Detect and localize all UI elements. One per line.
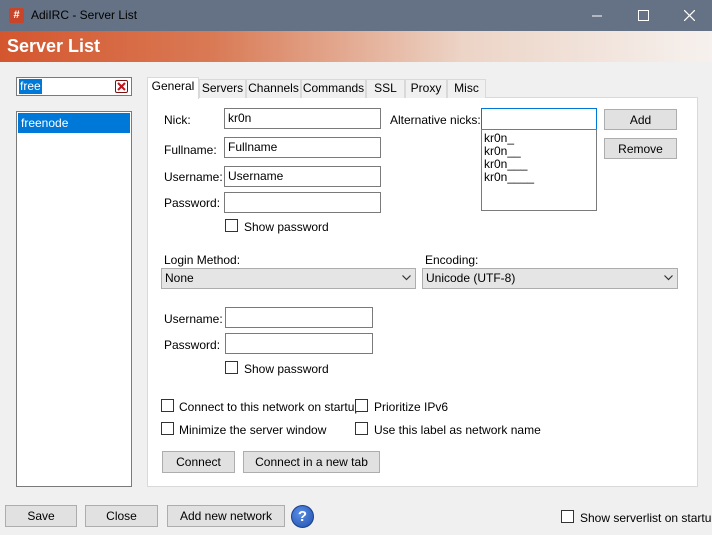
nick-field[interactable]: kr0n (224, 108, 381, 129)
connect-startup-checkbox[interactable] (161, 399, 174, 412)
minimize-button[interactable] (574, 0, 620, 31)
chevron-down-icon (664, 275, 673, 281)
encoding-select[interactable]: Unicode (UTF-8) (422, 268, 678, 289)
username-field[interactable]: Username (224, 166, 381, 187)
maximize-button[interactable] (620, 0, 666, 31)
login-method-value: None (165, 271, 194, 285)
alt-nick-input[interactable] (481, 108, 597, 130)
login-show-password-label: Show password (244, 362, 329, 376)
header-banner (0, 31, 712, 62)
show-password-checkbox[interactable] (225, 219, 238, 232)
username-label: Username: (164, 170, 223, 184)
filter-input[interactable]: free (16, 77, 132, 96)
app-icon: # (9, 8, 24, 23)
minimize-server-window-label: Minimize the server window (179, 423, 327, 437)
connect-startup-label: Connect to this network on startup (179, 400, 362, 414)
maximize-icon (637, 10, 649, 21)
nick-label: Nick: (164, 113, 191, 127)
help-icon[interactable]: ? (291, 505, 314, 528)
login-method-label: Login Method: (164, 253, 241, 267)
filter-value: free (19, 79, 42, 94)
encoding-label: Encoding: (425, 253, 479, 267)
show-serverlist-startup-checkbox[interactable] (561, 510, 574, 523)
chevron-down-icon (402, 275, 411, 281)
login-method-select[interactable]: None (161, 268, 416, 289)
tab-channels[interactable]: Channels (246, 79, 301, 98)
page-title: Server List (7, 36, 101, 56)
remove-nick-button[interactable]: Remove (604, 138, 677, 159)
alt-nicks-label: Alternative nicks: (390, 113, 481, 127)
connect-button[interactable]: Connect (162, 451, 235, 473)
clear-icon (117, 82, 126, 91)
show-serverlist-startup-label: Show serverlist on startup (580, 511, 712, 525)
tab-commands[interactable]: Commands (301, 79, 366, 98)
password-field[interactable] (224, 192, 381, 213)
server-list[interactable]: freenode (16, 111, 132, 487)
clear-filter-button[interactable] (115, 80, 128, 93)
login-password-label: Password: (164, 338, 221, 352)
show-password-label: Show password (244, 220, 329, 234)
fullname-field[interactable]: Fullname (224, 137, 381, 158)
tab-proxy[interactable]: Proxy (405, 79, 447, 98)
add-new-network-button[interactable]: Add new network (167, 505, 285, 527)
tab-general[interactable]: General (147, 77, 199, 99)
login-username-label: Username: (164, 312, 223, 326)
login-show-password-checkbox[interactable] (225, 361, 238, 374)
prioritize-ipv6-checkbox[interactable] (355, 399, 368, 412)
fullname-label: Fullname: (164, 143, 217, 157)
tab-misc[interactable]: Misc (447, 79, 486, 98)
alt-nick-item[interactable]: kr0n____ (484, 171, 534, 184)
close-dialog-button[interactable]: Close (85, 505, 158, 527)
encoding-value: Unicode (UTF-8) (426, 271, 516, 285)
login-username-field[interactable] (225, 307, 373, 328)
tab-servers[interactable]: Servers (199, 79, 246, 98)
close-icon (683, 10, 695, 21)
prioritize-ipv6-label: Prioritize IPv6 (374, 400, 449, 414)
connect-new-tab-button[interactable]: Connect in a new tab (243, 451, 380, 473)
window-title: AdiIRC - Server List (31, 8, 138, 22)
close-button[interactable] (666, 0, 712, 31)
minimize-server-window-checkbox[interactable] (161, 422, 174, 435)
alt-nicks-list[interactable]: kr0n_ kr0n__ kr0n___ kr0n____ (481, 129, 597, 211)
password-label: Password: (164, 196, 221, 210)
use-label-network-name-checkbox[interactable] (355, 422, 368, 435)
login-password-field[interactable] (225, 333, 373, 354)
use-label-network-name-label: Use this label as network name (374, 423, 541, 437)
save-button[interactable]: Save (5, 505, 77, 527)
minimize-icon (591, 15, 602, 17)
tab-ssl[interactable]: SSL (366, 79, 405, 98)
add-nick-button[interactable]: Add (604, 109, 677, 130)
server-list-item[interactable]: freenode (18, 113, 130, 133)
